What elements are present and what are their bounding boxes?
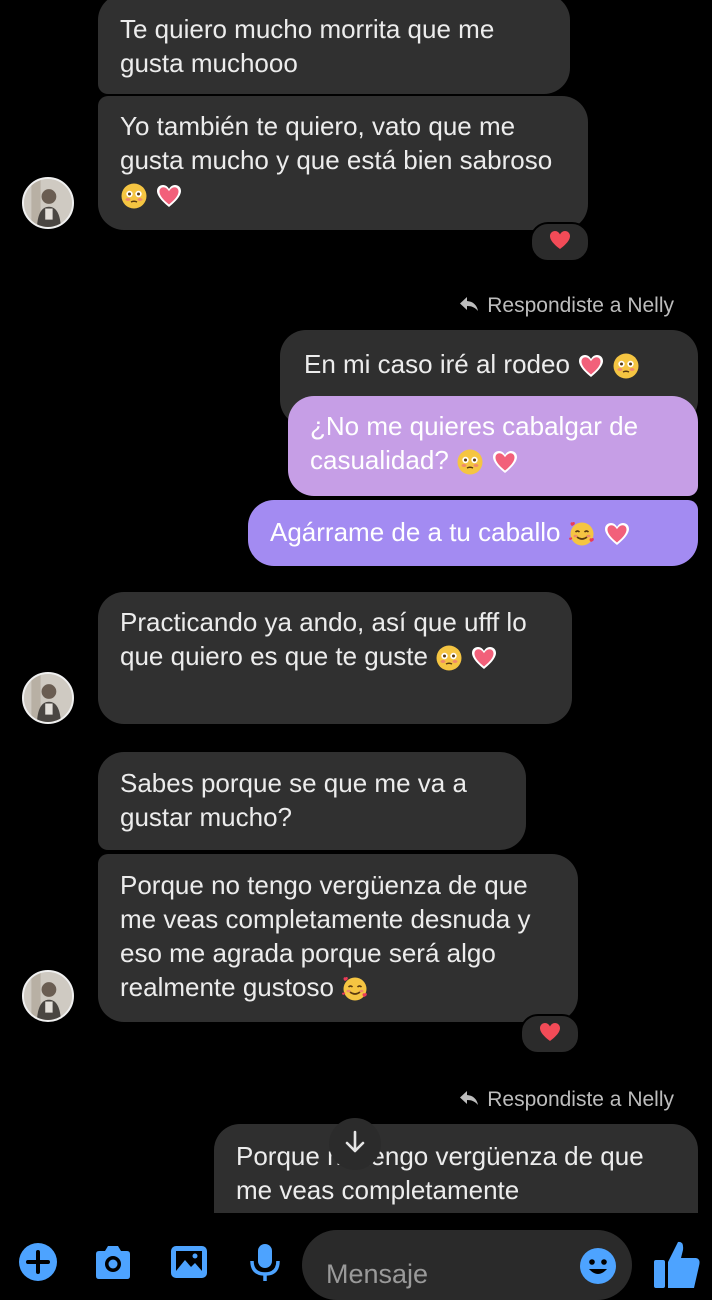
message-bubble-incoming[interactable]: Practicando ya ando, así que ufff lo que… bbox=[98, 592, 572, 724]
message-bubble-incoming[interactable]: Sabes porque se que me va a gustar mucho… bbox=[98, 752, 526, 850]
image-icon[interactable] bbox=[169, 1242, 209, 1282]
message-bubble-incoming[interactable]: Yo también te quiero, vato que me gusta … bbox=[98, 96, 588, 230]
message-bubble-outgoing[interactable]: Agárrame de a tu caballo bbox=[248, 500, 698, 566]
heart-emoji-icon bbox=[603, 520, 631, 548]
reply-notice: Respondiste a Nelly bbox=[459, 294, 674, 318]
microphone-icon[interactable] bbox=[245, 1242, 285, 1282]
heart-emoji-icon bbox=[155, 182, 183, 210]
message-text: Practicando ya ando, así que ufff lo que… bbox=[120, 607, 527, 671]
thumbs-up-icon[interactable] bbox=[652, 1238, 702, 1288]
reply-notice-text: Respondiste a Nelly bbox=[487, 294, 674, 317]
message-text: Agárrame de a tu caballo bbox=[270, 517, 561, 547]
heart-icon bbox=[539, 1022, 561, 1047]
contact-avatar[interactable] bbox=[22, 970, 74, 1022]
quoted-message-bubble[interactable]: Porque no tengo vergüenza de que me veas… bbox=[214, 1124, 698, 1214]
message-bubble-incoming[interactable]: Te quiero mucho morrita que me gusta muc… bbox=[98, 0, 570, 94]
reaction-badge[interactable] bbox=[530, 222, 590, 262]
reply-arrow-icon bbox=[459, 294, 479, 318]
reply-notice: Respondiste a Nelly bbox=[459, 1088, 674, 1112]
message-text: Porque no tengo vergüenza de que me veas… bbox=[120, 870, 531, 1002]
scroll-to-bottom-button[interactable] bbox=[329, 1118, 381, 1170]
message-text: Porque no tengo vergüenza de que me veas… bbox=[236, 1141, 644, 1205]
camera-icon[interactable] bbox=[93, 1242, 133, 1282]
message-text: Yo también te quiero, vato que me gusta … bbox=[120, 111, 553, 175]
heart-emoji-icon bbox=[470, 644, 498, 672]
plus-icon[interactable] bbox=[18, 1242, 58, 1282]
reply-notice-text: Respondiste a Nelly bbox=[487, 1088, 674, 1111]
message-text: En mi caso iré al rodeo bbox=[304, 349, 570, 379]
message-text: Sabes porque se que me va a gustar mucho… bbox=[120, 768, 467, 832]
contact-avatar[interactable] bbox=[22, 177, 74, 229]
heart-emoji-icon bbox=[491, 448, 519, 476]
heart-emoji-icon bbox=[577, 352, 605, 380]
message-bubble-outgoing[interactable]: ¿No me quieres cabalgar de casualidad? bbox=[288, 396, 698, 496]
smiling-face-with-hearts-emoji-icon bbox=[568, 520, 596, 548]
flushed-emoji-icon bbox=[456, 448, 484, 476]
heart-icon bbox=[549, 230, 571, 255]
message-text: Te quiero mucho morrita que me gusta muc… bbox=[120, 14, 495, 78]
flushed-emoji-icon bbox=[435, 644, 463, 672]
arrow-down-icon bbox=[344, 1130, 366, 1159]
flushed-emoji-icon bbox=[612, 352, 640, 380]
reply-arrow-icon bbox=[459, 1088, 479, 1112]
reaction-badge[interactable] bbox=[520, 1014, 580, 1054]
message-bubble-incoming[interactable]: Porque no tengo vergüenza de que me veas… bbox=[98, 854, 578, 1022]
flushed-emoji-icon bbox=[120, 182, 148, 210]
smiling-face-with-hearts-emoji-icon bbox=[341, 975, 369, 1003]
emoji-icon[interactable] bbox=[578, 1246, 618, 1286]
contact-avatar[interactable] bbox=[22, 672, 74, 724]
